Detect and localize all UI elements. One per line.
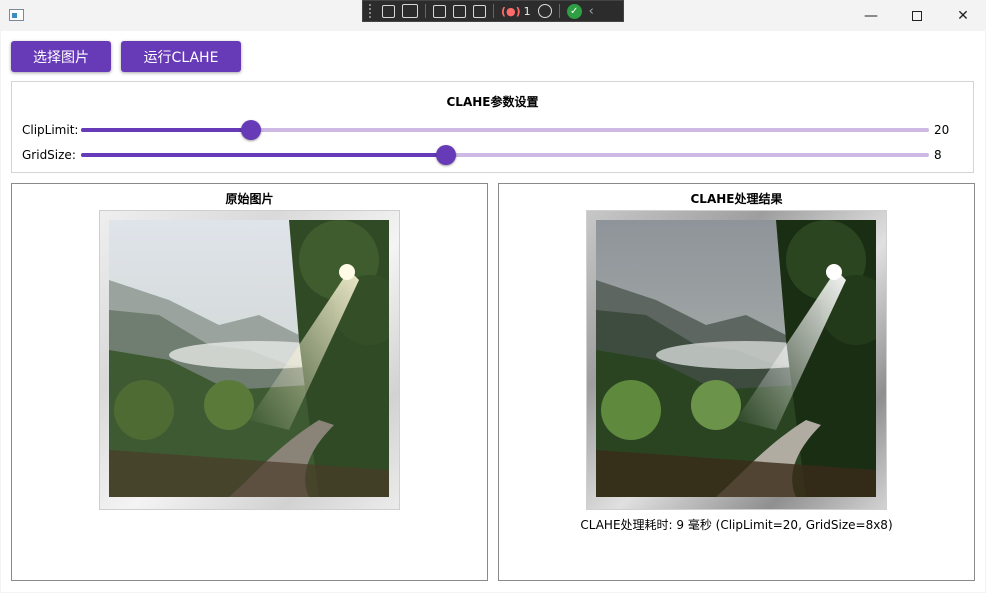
check-icon[interactable]: ✓	[566, 3, 582, 19]
binding-error-count: 1	[523, 4, 531, 18]
gridsize-label: GridSize:	[22, 148, 76, 162]
cliplimit-value: 20	[934, 123, 950, 137]
params-title: CLAHE参数设置	[446, 95, 539, 109]
accessibility-icon[interactable]	[537, 4, 552, 18]
track-focus-icon[interactable]	[473, 4, 486, 18]
app-icon	[9, 9, 24, 21]
binding-error-icon[interactable]: (●)	[501, 5, 521, 18]
result-image-panel: CLAHE处理结果 CLAHE处理耗时: 9 毫秒 (ClipLimit=20,…	[498, 183, 975, 581]
original-image-title: 原始图片	[225, 192, 274, 206]
live-tree-icon[interactable]	[382, 4, 395, 18]
gridsize-thumb[interactable]	[435, 145, 456, 165]
gridsize-row: GridSize: 8	[12, 145, 973, 165]
minimize-button[interactable]: —	[848, 0, 894, 31]
cliplimit-fill	[81, 128, 251, 132]
original-image-frame	[99, 210, 400, 510]
debug-toolbar: (●) 1 ✓ ‹	[362, 0, 624, 22]
original-image	[109, 220, 389, 497]
gridsize-slider[interactable]	[81, 145, 929, 165]
window-controls: — ✕	[848, 0, 986, 31]
maximize-icon	[912, 10, 922, 21]
gridsize-fill	[81, 153, 446, 157]
toolbar-separator	[425, 4, 426, 18]
gridsize-value: 8	[934, 148, 942, 162]
cliplimit-slider[interactable]	[81, 120, 929, 140]
grip-icon[interactable]	[369, 4, 375, 18]
select-element-icon[interactable]	[433, 4, 446, 18]
cliplimit-label: ClipLimit:	[22, 123, 79, 137]
layout-adorner-icon[interactable]	[453, 4, 466, 18]
clahe-params-group: CLAHE参数设置 ClipLimit: 20 GridSize: 8	[11, 81, 974, 173]
chevron-left-icon[interactable]: ‹	[589, 4, 594, 19]
cliplimit-thumb[interactable]	[240, 120, 261, 140]
toolbar-separator	[558, 4, 560, 18]
forest-scene-illustration	[109, 220, 389, 497]
camera-icon[interactable]	[402, 4, 418, 18]
result-image-title: CLAHE处理结果	[690, 192, 783, 206]
title-bar: (●) 1 ✓ ‹ — ✕	[0, 0, 986, 31]
run-clahe-button[interactable]: 运行CLAHE	[121, 41, 241, 72]
result-image	[596, 220, 876, 497]
cliplimit-row: ClipLimit: 20	[12, 120, 973, 140]
select-image-button[interactable]: 选择图片	[11, 41, 111, 72]
forest-scene-enhanced-illustration	[596, 220, 876, 497]
result-image-frame	[586, 210, 887, 510]
main-content: 选择图片 运行CLAHE CLAHE参数设置 ClipLimit: 20 Gri…	[1, 31, 985, 592]
original-image-panel: 原始图片	[11, 183, 488, 581]
maximize-button[interactable]	[894, 0, 940, 31]
close-button[interactable]: ✕	[940, 0, 986, 31]
toolbar-separator	[493, 4, 494, 18]
processing-status: CLAHE处理耗时: 9 毫秒 (ClipLimit=20, GridSize=…	[580, 518, 893, 532]
